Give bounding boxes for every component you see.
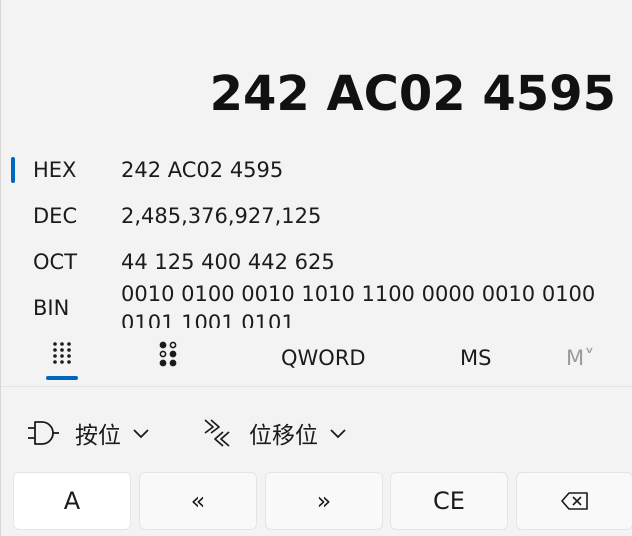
expression-history-clipped: — ^ … [93,0,195,7]
bitshift-icon [204,419,230,447]
backspace-icon [560,492,588,510]
radix-label-bin: BIN [33,296,70,320]
radix-label-hex: HEX [33,158,77,182]
keypad-row: A « » CE [13,472,632,536]
radix-value-oct: 44 125 400 442 625 [121,250,335,274]
key-backspace[interactable] [516,472,632,530]
radix-value-bin: 0010 0100 0010 1010 1100 0000 0010 0100 … [121,282,596,328]
bitshift-label: 位移位 [249,423,318,449]
key-clear-entry[interactable]: CE [390,472,508,530]
keypad-grid-icon [53,342,71,364]
radix-row-oct[interactable]: OCT 44 125 400 442 625 [1,242,621,282]
logic-gate-icon [28,421,59,445]
active-tab-underline [46,376,78,380]
memory-dropdown-button[interactable]: M˅ [566,346,595,370]
word-size-button[interactable]: QWORD [281,346,366,370]
radix-row-hex[interactable]: HEX 242 AC02 4595 [1,150,621,190]
key-right-shift[interactable]: » [265,472,383,530]
bitshift-dropdown[interactable]: 位移位 [201,408,348,458]
bitwise-label: 按位 [75,423,121,449]
selected-indicator [11,157,15,183]
operations-row: 按位 位移位 [1,408,632,458]
mode-toolbar: QWORD MS M˅ [1,336,632,387]
keypad-tab[interactable] [39,336,85,380]
radix-value-dec: 2,485,376,927,125 [121,204,322,228]
bitflip-tab[interactable] [149,336,189,380]
radix-label-dec: DEC [33,204,78,228]
main-display-value: 242 AC02 4595 [209,66,616,122]
bit-toggle-icon [159,341,177,367]
radix-row-dec[interactable]: DEC 2,485,376,927,125 [1,196,621,236]
key-a[interactable]: A [13,472,131,530]
bitwise-dropdown[interactable]: 按位 [25,408,151,458]
key-left-shift[interactable]: « [139,472,257,530]
memory-store-button[interactable]: MS [460,346,491,370]
radix-value-hex: 242 AC02 4595 [121,158,284,182]
calculator-window: — ^ … 242 AC02 4595 HEX 242 AC02 4595 DE… [0,0,632,536]
chevron-down-icon [330,429,346,439]
radix-label-oct: OCT [33,250,78,274]
chevron-down-icon [133,429,149,439]
